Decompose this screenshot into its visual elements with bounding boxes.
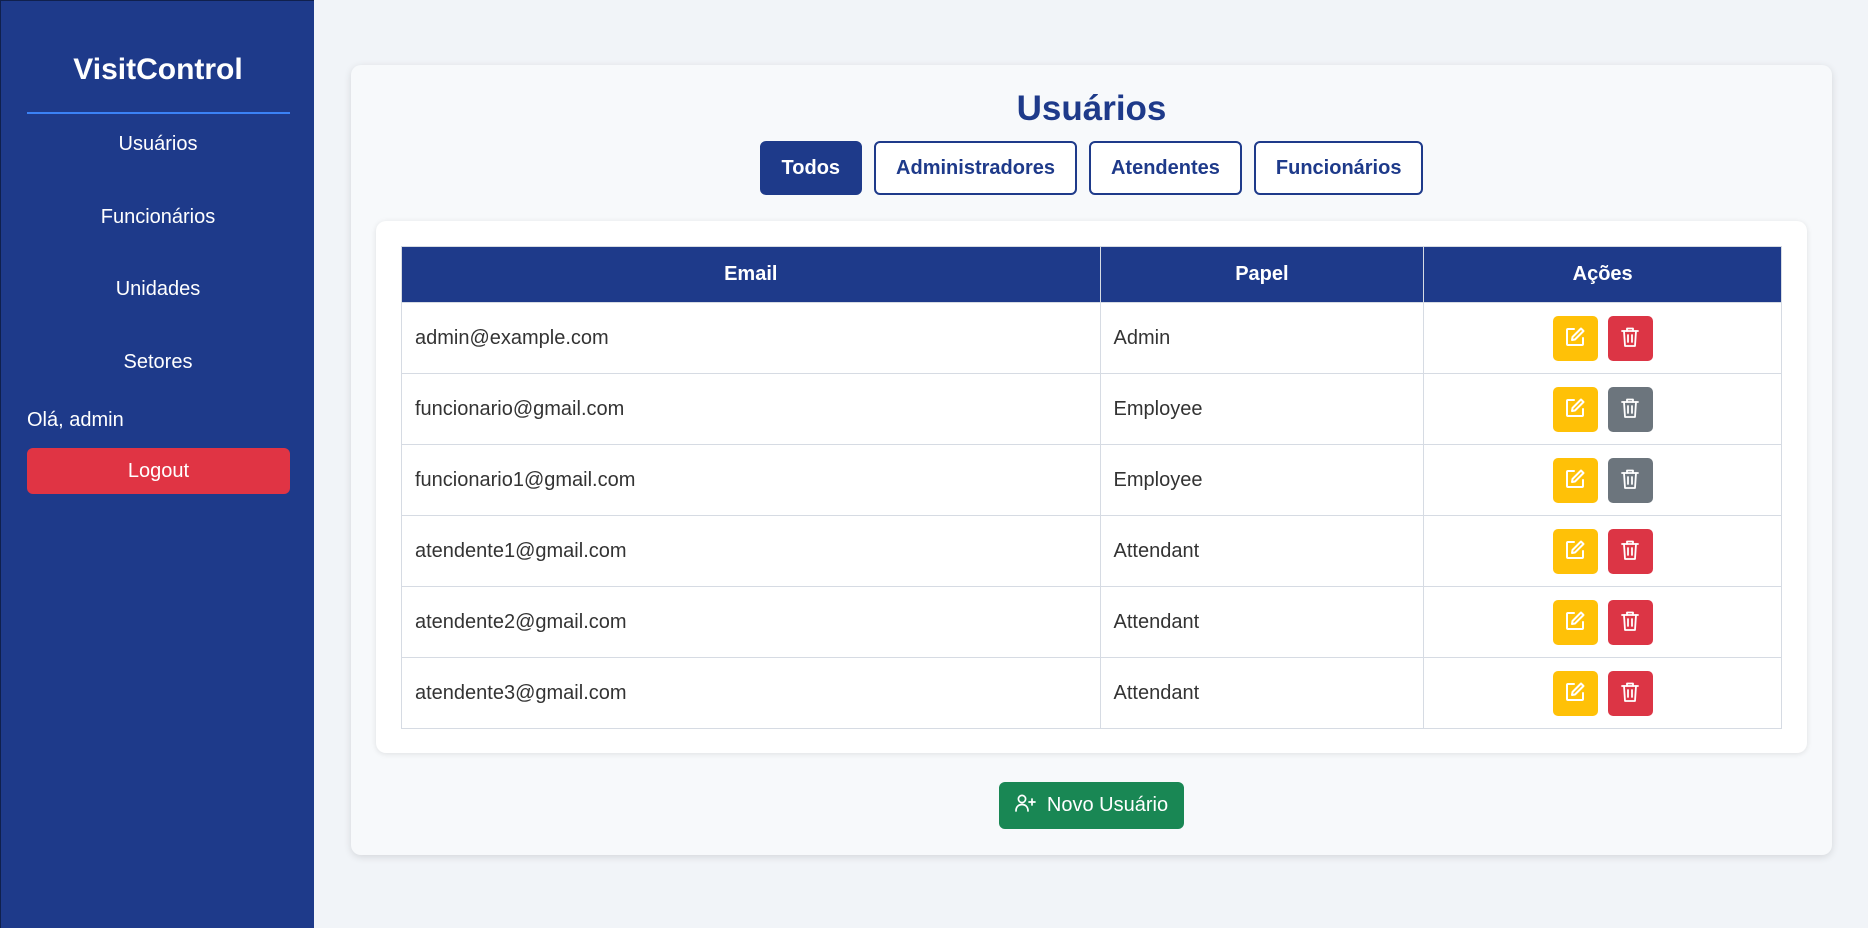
brand-logo: VisitControl bbox=[73, 53, 243, 86]
page-title: Usuários bbox=[1016, 89, 1167, 128]
cell-actions bbox=[1423, 444, 1782, 516]
sidebar: VisitControl Usuários Funcionários Unida… bbox=[0, 0, 314, 928]
table-body: admin@example.com Admin funcionario@gmail.… bbox=[401, 302, 1782, 729]
brand-divider bbox=[27, 112, 290, 114]
column-header-acoes: Ações bbox=[1423, 246, 1782, 303]
delete-button[interactable] bbox=[1607, 315, 1653, 361]
nav-item-usuarios[interactable]: Usuários bbox=[1, 133, 315, 156]
cell-role: Admin bbox=[1099, 302, 1425, 374]
column-header-email: Email bbox=[401, 246, 1101, 303]
user-plus-icon bbox=[1015, 794, 1037, 818]
cell-email: atendente3@gmail.com bbox=[401, 657, 1101, 729]
trash-icon bbox=[1620, 468, 1640, 493]
edit-button[interactable] bbox=[1552, 457, 1598, 503]
user-greeting: Olá, admin bbox=[27, 409, 124, 431]
logout-button[interactable]: Logout bbox=[27, 448, 290, 494]
nav-item-setores[interactable]: Setores bbox=[1, 351, 315, 374]
cell-role: Attendant bbox=[1099, 515, 1425, 587]
users-table-card: Email Papel Ações admin@example.com Admin… bbox=[376, 221, 1807, 753]
table-row: atendente3@gmail.com Attendant bbox=[401, 657, 1782, 729]
delete-button[interactable] bbox=[1607, 528, 1653, 574]
cell-role: Employee bbox=[1099, 444, 1425, 516]
main-card: Usuários Todos Administradores Atendente… bbox=[351, 65, 1832, 855]
delete-button[interactable] bbox=[1607, 457, 1653, 503]
cell-actions bbox=[1423, 657, 1782, 729]
cell-role: Employee bbox=[1099, 373, 1425, 445]
trash-icon bbox=[1620, 539, 1640, 564]
delete-button[interactable] bbox=[1607, 599, 1653, 645]
trash-icon bbox=[1620, 681, 1640, 706]
cell-actions bbox=[1423, 515, 1782, 587]
nav-item-funcionarios[interactable]: Funcionários bbox=[1, 206, 315, 229]
edit-icon bbox=[1564, 610, 1586, 635]
trash-icon bbox=[1620, 610, 1640, 635]
edit-button[interactable] bbox=[1552, 315, 1598, 361]
table-row: funcionario1@gmail.com Employee bbox=[401, 444, 1782, 516]
edit-button[interactable] bbox=[1552, 528, 1598, 574]
cell-email: admin@example.com bbox=[401, 302, 1101, 374]
table-row: admin@example.com Admin bbox=[401, 302, 1782, 374]
delete-button[interactable] bbox=[1607, 670, 1653, 716]
trash-icon bbox=[1620, 326, 1640, 351]
tab-administradores[interactable]: Administradores bbox=[874, 141, 1077, 195]
cell-email: funcionario1@gmail.com bbox=[401, 444, 1101, 516]
edit-icon bbox=[1564, 326, 1586, 351]
table-row: atendente1@gmail.com Attendant bbox=[401, 515, 1782, 587]
cell-email: atendente2@gmail.com bbox=[401, 586, 1101, 658]
edit-button[interactable] bbox=[1552, 386, 1598, 432]
edit-icon bbox=[1564, 681, 1586, 706]
trash-icon bbox=[1620, 397, 1640, 422]
cell-actions bbox=[1423, 373, 1782, 445]
edit-icon bbox=[1564, 397, 1586, 422]
edit-button[interactable] bbox=[1552, 599, 1598, 645]
new-user-label: Novo Usuário bbox=[1046, 794, 1169, 816]
cell-actions bbox=[1423, 586, 1782, 658]
cell-actions bbox=[1423, 302, 1782, 374]
delete-button[interactable] bbox=[1607, 386, 1653, 432]
tab-funcionarios[interactable]: Funcionários bbox=[1253, 141, 1424, 195]
column-header-papel: Papel bbox=[1099, 246, 1425, 303]
filter-tabs: Todos Administradores Atendentes Funcion… bbox=[351, 141, 1832, 195]
table-header-row: Email Papel Ações bbox=[401, 246, 1782, 303]
nav-item-unidades[interactable]: Unidades bbox=[1, 278, 315, 301]
cell-role: Attendant bbox=[1099, 657, 1425, 729]
table-row: atendente2@gmail.com Attendant bbox=[401, 586, 1782, 658]
table-row: funcionario@gmail.com Employee bbox=[401, 373, 1782, 445]
tab-atendentes[interactable]: Atendentes bbox=[1088, 141, 1242, 195]
edit-icon bbox=[1564, 539, 1586, 564]
users-table: Email Papel Ações admin@example.com Admin… bbox=[401, 246, 1782, 729]
cell-email: funcionario@gmail.com bbox=[401, 373, 1101, 445]
cell-email: atendente1@gmail.com bbox=[401, 515, 1101, 587]
new-user-button[interactable]: Novo Usuário bbox=[999, 782, 1184, 829]
tab-todos[interactable]: Todos bbox=[759, 141, 863, 195]
cell-role: Attendant bbox=[1099, 586, 1425, 658]
edit-button[interactable] bbox=[1552, 670, 1598, 716]
edit-icon bbox=[1564, 468, 1586, 493]
